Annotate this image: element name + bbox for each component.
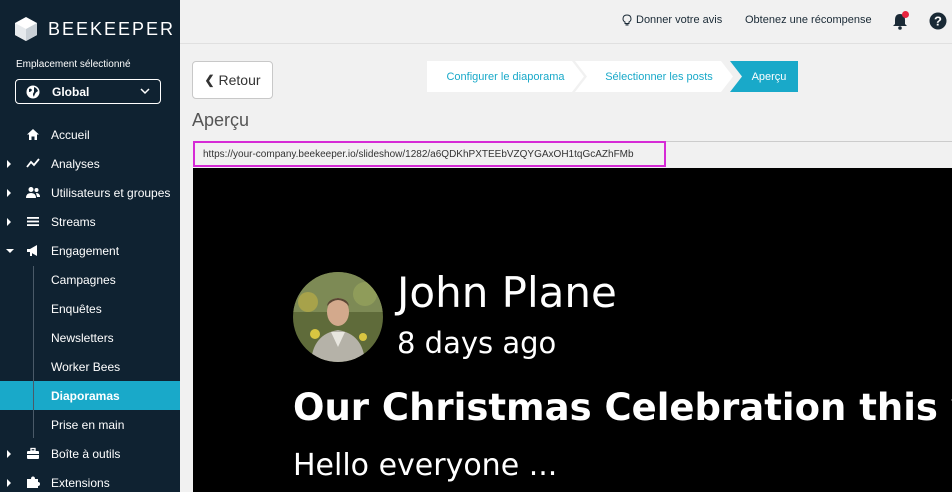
sidebar-subitem-worker-bees[interactable]: Worker Bees — [0, 352, 180, 381]
megaphone-icon — [27, 245, 37, 256]
sidebar-item-label: Extensions — [51, 476, 110, 490]
sidebar-item-label: Campagnes — [51, 273, 116, 287]
preview-url-field[interactable]: https://your-company.beekeeper.io/slides… — [193, 141, 666, 167]
step-preview[interactable]: Aperçu — [730, 61, 798, 92]
page-title: Aperçu — [192, 110, 250, 130]
sidebar-item-engagement[interactable]: Engagement — [0, 236, 180, 265]
sidebar-item-extensions[interactable]: Extensions — [0, 468, 180, 492]
caret-right-icon — [7, 218, 11, 226]
lightbulb-icon — [622, 14, 632, 26]
sidebar-item-analyses[interactable]: Analyses — [0, 149, 180, 178]
chart-icon — [26, 158, 40, 168]
sidebar-item-label: Accueil — [51, 128, 90, 142]
chevron-left-icon: ❮ — [204, 73, 215, 87]
caret-down-icon — [6, 249, 14, 253]
users-icon — [26, 187, 40, 198]
step-select-posts[interactable]: Sélectionner les posts — [575, 61, 733, 92]
puzzle-icon — [27, 476, 40, 488]
sidebar-item-streams[interactable]: Streams — [0, 207, 180, 236]
sidebar-item-label: Diaporamas — [51, 389, 120, 403]
preview-url-text: https://your-company.beekeeper.io/slides… — [203, 148, 634, 160]
avatar — [293, 272, 383, 362]
caret-right-icon — [7, 450, 11, 458]
help-icon[interactable]: ? — [929, 12, 947, 30]
sidebar-subitem-newsletters[interactable]: Newsletters — [0, 323, 180, 352]
sidebar-item-label: Analyses — [51, 157, 100, 171]
step-label: Aperçu — [751, 70, 787, 83]
post-body: Hello everyone ... — [293, 448, 558, 483]
list-icon — [27, 217, 39, 226]
caret-right-icon — [7, 189, 11, 197]
sidebar-subitem-enquetes[interactable]: Enquêtes — [0, 294, 180, 323]
globe-icon — [26, 85, 40, 98]
brand-name: BEEKEEPER — [48, 18, 176, 39]
sidebar-item-label: Enquêtes — [51, 302, 102, 316]
sidebar-item-label: Engagement — [51, 244, 120, 258]
location-label: Emplacement sélectionné — [16, 59, 131, 70]
slideshow-preview: John Plane 8 days ago Our Christmas Cele… — [193, 168, 952, 492]
caret-right-icon — [7, 479, 11, 487]
reward-label: Obtenez une récompense — [745, 14, 872, 26]
sidebar-item-label: Worker Bees — [51, 360, 121, 374]
subnav-divider — [33, 266, 34, 438]
chevron-down-icon — [140, 88, 150, 95]
feedback-label: Donner votre avis — [636, 14, 723, 26]
sidebar-item-label: Boîte à outils — [51, 447, 121, 461]
post-title: Our Christmas Celebration this year — [293, 386, 952, 429]
location-select[interactable]: Global — [15, 79, 161, 104]
post-date: 8 days ago — [397, 326, 557, 360]
beekeeper-logo-icon — [15, 17, 37, 41]
svg-text:?: ? — [934, 14, 942, 29]
sidebar-item-label: Streams — [51, 215, 96, 229]
url-divider — [666, 141, 952, 142]
step-configure[interactable]: Configurer le diaporama — [427, 61, 584, 92]
sidebar-subitem-diaporamas[interactable]: Diaporamas — [0, 381, 180, 410]
notification-dot — [902, 11, 909, 18]
sidebar: BEEKEEPER Emplacement sélectionné Global… — [0, 0, 180, 492]
sidebar-nav: Accueil Analyses Utilisateurs et groupes… — [0, 120, 180, 492]
brand-logo[interactable]: BEEKEEPER — [14, 16, 175, 42]
home-icon — [27, 129, 39, 140]
post-author: John Plane — [397, 268, 617, 317]
sidebar-item-users[interactable]: Utilisateurs et groupes — [0, 178, 180, 207]
caret-right-icon — [7, 160, 11, 168]
back-button[interactable]: ❮ Retour — [192, 61, 273, 99]
step-label: Configurer le diaporama — [446, 70, 565, 83]
top-bar: Donner votre avis Obtenez une récompense… — [180, 0, 952, 44]
sidebar-item-toolbox[interactable]: Boîte à outils — [0, 439, 180, 468]
sidebar-subitem-campagnes[interactable]: Campagnes — [0, 265, 180, 294]
sidebar-item-label: Newsletters — [51, 331, 114, 345]
back-label: Retour — [218, 72, 261, 88]
feedback-link[interactable]: Donner votre avis — [622, 14, 722, 26]
sidebar-item-label: Prise en main — [51, 418, 125, 432]
step-label: Sélectionner les posts — [605, 70, 713, 83]
sidebar-item-label: Utilisateurs et groupes — [51, 186, 171, 200]
sidebar-subitem-prise-en-main[interactable]: Prise en main — [0, 410, 180, 439]
toolbox-icon — [27, 447, 39, 459]
reward-link[interactable]: Obtenez une récompense — [745, 14, 872, 26]
avatar-photo — [293, 272, 383, 362]
sidebar-item-accueil[interactable]: Accueil — [0, 120, 180, 149]
location-value: Global — [52, 84, 90, 99]
